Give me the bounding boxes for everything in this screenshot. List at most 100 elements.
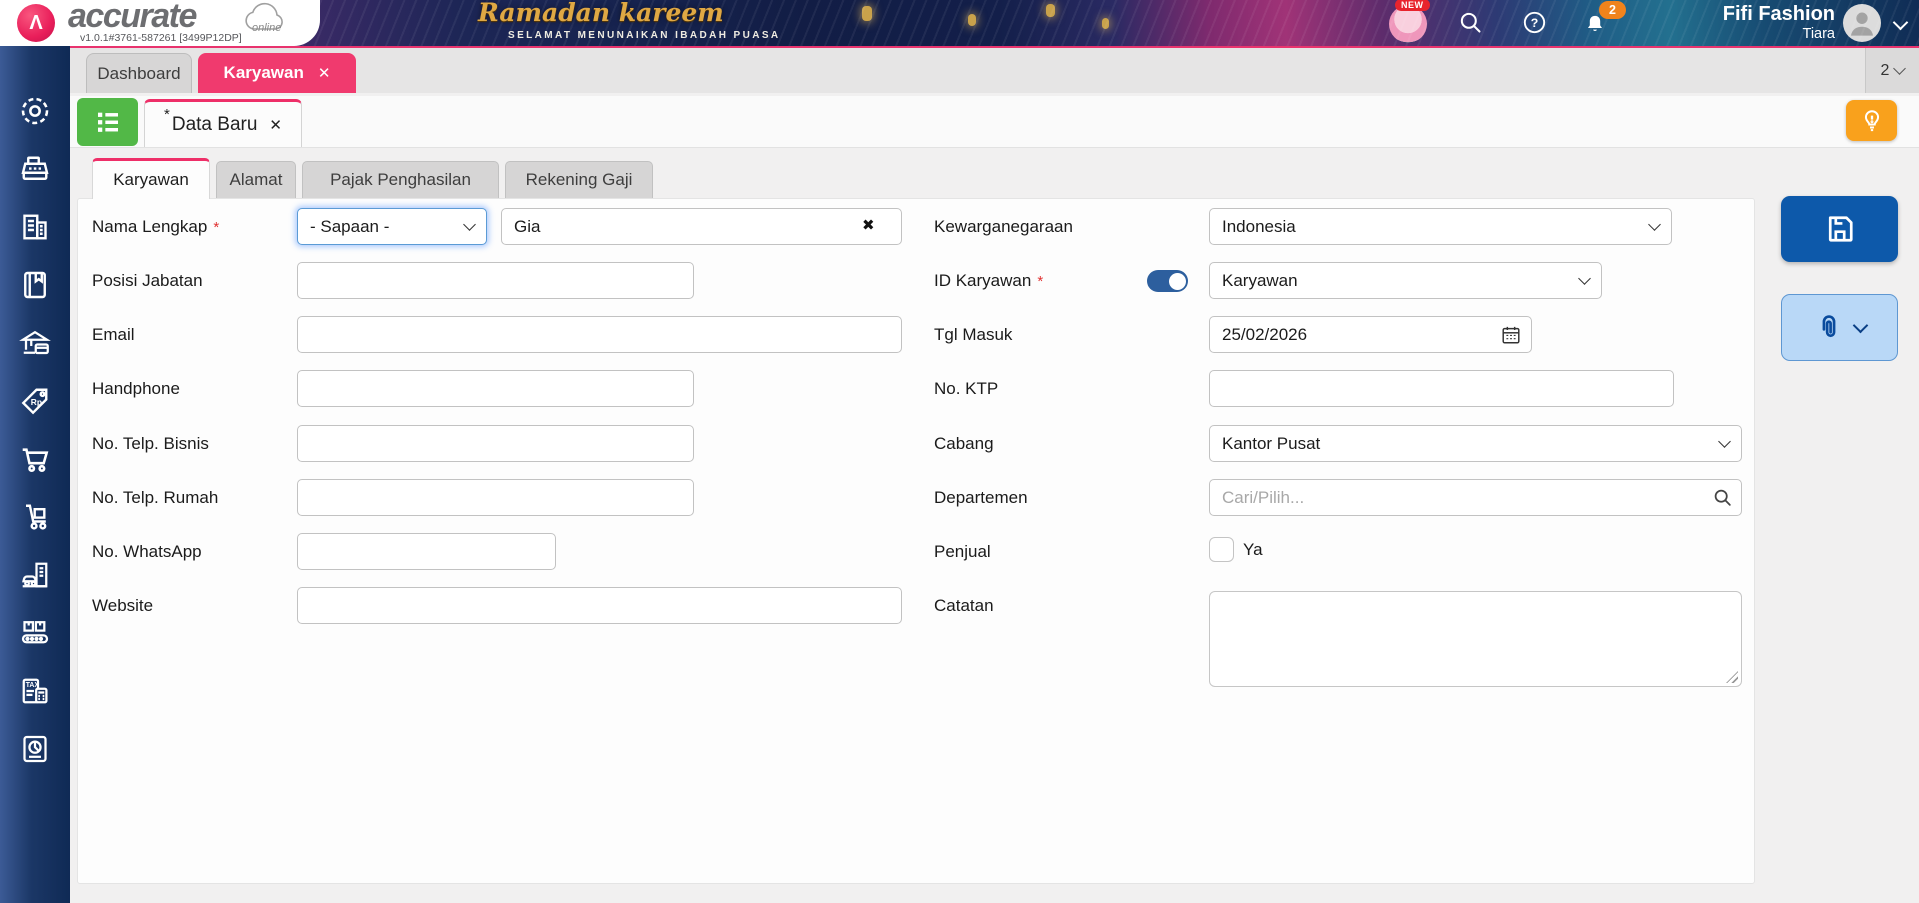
window-tab-bar: Dashboard Karyawan ✕ 2 <box>0 46 1919 93</box>
posisi-jabatan-label: Posisi Jabatan <box>92 262 203 299</box>
handphone-input[interactable] <box>297 370 694 407</box>
doc-tab-close-icon[interactable]: ✕ <box>269 116 282 134</box>
tgl-masuk-label: Tgl Masuk <box>934 316 1012 353</box>
record-list-button[interactable] <box>77 98 138 146</box>
calendar-icon[interactable] <box>1500 324 1522 346</box>
manufacture-conveyor-icon[interactable] <box>17 615 53 651</box>
bank-cash-icon[interactable] <box>17 325 53 361</box>
accurate-online-app: Ramadan kareem SELAMAT MENUNAIKAN IBADAH… <box>0 0 1919 903</box>
save-floppy-icon <box>1822 211 1858 247</box>
tax-calculator-icon[interactable]: TAX <box>17 673 53 709</box>
website-input[interactable] <box>297 587 902 624</box>
chevron-down-icon <box>463 218 476 231</box>
lightbulb-icon <box>1858 107 1886 135</box>
form-tab-rekening-gaji[interactable]: Rekening Gaji <box>505 161 653 198</box>
new-badge: NEW <box>1395 0 1430 11</box>
search-icon[interactable] <box>1712 487 1733 508</box>
purchase-handtruck-icon[interactable] <box>17 499 53 535</box>
whatsapp-input[interactable] <box>297 533 556 570</box>
form-tab-pajak-penghasilan[interactable]: Pajak Penghasilan <box>302 161 499 198</box>
doc-tab-data-baru[interactable]: * Data Baru ✕ <box>144 99 302 147</box>
resize-handle[interactable] <box>1726 671 1738 683</box>
tab-karyawan[interactable]: Karyawan ✕ <box>198 53 356 93</box>
save-button[interactable] <box>1781 196 1898 262</box>
required-asterisk: * <box>1037 273 1043 290</box>
no-ktp-input[interactable] <box>1209 370 1674 407</box>
module-sidebar: Rp TAX <box>0 46 70 903</box>
logo-plate: Λ accurate online v1.0.1#3761-587261 [34… <box>0 0 320 46</box>
lantern-decoration <box>1102 18 1109 29</box>
telp-rumah-label: No. Telp. Rumah <box>92 479 218 516</box>
fixed-asset-building-car-icon[interactable] <box>17 557 53 593</box>
company-building-icon[interactable] <box>17 209 53 245</box>
settings-gear-icon[interactable] <box>17 93 53 129</box>
catatan-textarea[interactable] <box>1209 591 1742 687</box>
lantern-decoration <box>1046 4 1055 17</box>
svg-text:Rp: Rp <box>31 397 42 407</box>
telp-rumah-input[interactable] <box>297 479 694 516</box>
sales-cart-icon[interactable] <box>17 441 53 477</box>
doc-tab-label: Data Baru <box>172 114 258 136</box>
kewarganegaraan-value: Indonesia <box>1222 217 1296 237</box>
tab-close-icon[interactable]: ✕ <box>318 64 331 82</box>
sales-price-tag-rp-icon[interactable]: Rp <box>17 383 53 419</box>
tab-overflow-dropdown[interactable]: 2 <box>1865 48 1919 93</box>
accurate-logo-icon: Λ <box>17 4 55 42</box>
search-icon[interactable] <box>1457 9 1484 36</box>
attachment-chevron-down-icon[interactable] <box>1853 317 1869 333</box>
sapaan-select[interactable]: - Sapaan - <box>297 208 487 245</box>
user-avatar[interactable] <box>1843 4 1881 42</box>
penjual-checkbox[interactable] <box>1209 537 1234 562</box>
kewarganegaraan-label: Kewarganegaraan <box>934 208 1073 245</box>
ramadan-banner: Ramadan kareem SELAMAT MENUNAIKAN IBADAH… <box>470 0 850 46</box>
banner-subtitle: SELAMAT MENUNAIKAN IBADAH PUASA <box>508 30 781 41</box>
account-chevron-down-icon[interactable] <box>1893 15 1909 31</box>
hint-lightbulb-button[interactable] <box>1846 100 1897 141</box>
report-chart-icon[interactable] <box>17 731 53 767</box>
help-icon[interactable]: ? <box>1521 9 1548 36</box>
banner-title: Ramadan kareem <box>478 0 724 27</box>
person-icon <box>1843 4 1881 42</box>
cash-register-icon[interactable] <box>17 151 53 187</box>
tab-karyawan-label: Karyawan <box>224 63 304 83</box>
form-tab-karyawan[interactable]: Karyawan <box>92 158 210 199</box>
telp-bisnis-input[interactable] <box>297 425 694 462</box>
email-label: Email <box>92 316 135 353</box>
departemen-search-input[interactable] <box>1209 479 1742 516</box>
document-tab-strip <box>70 96 1919 148</box>
paperclip-icon <box>1813 312 1845 344</box>
toggle-knob <box>1169 273 1186 290</box>
brand-online: online <box>252 22 281 34</box>
chevron-down-icon <box>1648 218 1661 231</box>
telp-bisnis-label: No. Telp. Bisnis <box>92 425 209 462</box>
logo-glyph: Λ <box>29 12 42 35</box>
form-tab-alamat-label: Alamat <box>230 170 283 190</box>
attachment-button[interactable] <box>1781 294 1898 361</box>
company-name: Fifi Fashion <box>1650 3 1835 26</box>
chevron-down-icon <box>1578 272 1591 285</box>
form-tab-karyawan-label: Karyawan <box>113 170 189 190</box>
chevron-down-icon <box>1718 435 1731 448</box>
no-ktp-label: No. KTP <box>934 370 998 407</box>
id-karyawan-value: Karyawan <box>1222 271 1298 291</box>
penjual-ya-label: Ya <box>1243 531 1263 568</box>
clear-input-icon[interactable]: ✖ <box>862 216 875 234</box>
kewarganegaraan-select[interactable]: Indonesia <box>1209 208 1672 245</box>
tab-dashboard-label: Dashboard <box>97 64 180 84</box>
email-input[interactable] <box>297 316 902 353</box>
tgl-masuk-input[interactable] <box>1209 316 1532 353</box>
nama-lengkap-input[interactable] <box>501 208 902 245</box>
user-name: Tiara <box>1650 26 1835 42</box>
required-asterisk: * <box>213 219 219 236</box>
whatsapp-label: No. WhatsApp <box>92 533 202 570</box>
id-karyawan-toggle-on[interactable] <box>1147 270 1188 292</box>
id-karyawan-label: ID Karyawan* <box>934 262 1043 300</box>
cabang-select[interactable]: Kantor Pusat <box>1209 425 1742 462</box>
catatan-label: Catatan <box>934 587 994 624</box>
tab-overflow-count: 2 <box>1881 62 1890 80</box>
tab-dashboard[interactable]: Dashboard <box>86 53 192 93</box>
posisi-jabatan-input[interactable] <box>297 262 694 299</box>
id-karyawan-select[interactable]: Karyawan <box>1209 262 1602 299</box>
ledger-book-icon[interactable] <box>17 267 53 303</box>
form-tab-alamat[interactable]: Alamat <box>216 161 296 198</box>
